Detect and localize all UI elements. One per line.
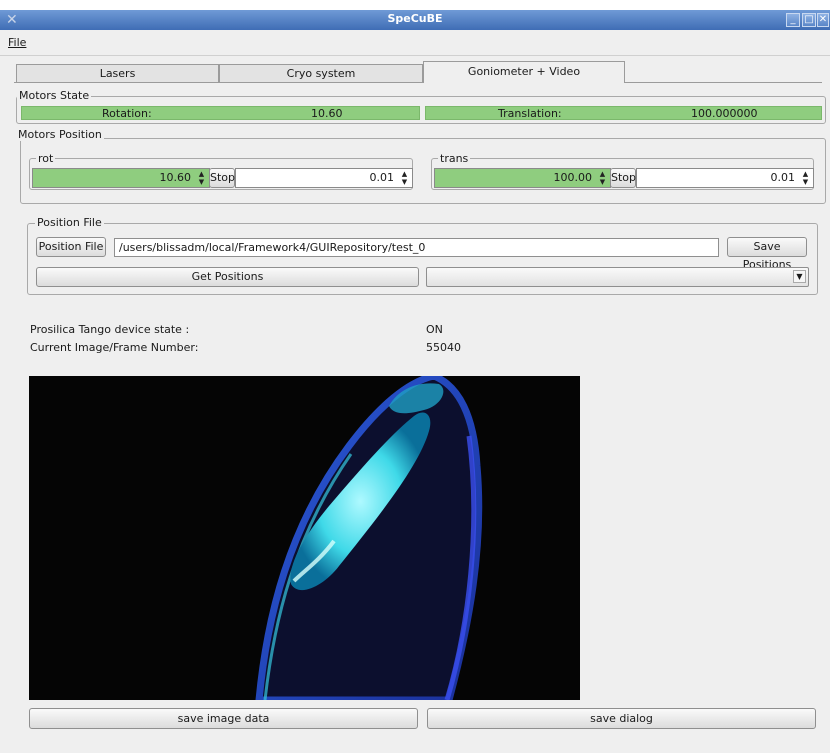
tab-divider-right (625, 82, 822, 83)
frame-number-label: Current Image/Frame Number: (30, 341, 199, 354)
maximize-icon[interactable]: □ (802, 13, 816, 27)
frame-number-value: 55040 (426, 341, 461, 354)
save-dialog-button[interactable]: save dialog (427, 708, 816, 729)
menu-file[interactable]: File (8, 36, 26, 49)
rot-step-spinbox[interactable]: 0.01 ▲ ▼ (235, 168, 413, 188)
motors-position-title: Motors Position (16, 128, 104, 141)
position-file-title: Position File (35, 216, 104, 229)
trans-title: trans (438, 152, 471, 165)
tab-lasers[interactable]: Lasers (16, 64, 219, 82)
motors-state-title: Motors State (17, 89, 92, 102)
get-positions-button[interactable]: Get Positions (36, 267, 419, 287)
rotation-label: Rotation: (102, 107, 152, 120)
trans-step-spinbox[interactable]: 0.01 ▲ ▼ (636, 168, 814, 188)
spin-arrows-icon[interactable]: ▲ ▼ (799, 170, 812, 186)
rot-step-value: 0.01 (369, 171, 395, 184)
rot-position-spinbox[interactable]: 10.60 ▲ ▼ (32, 168, 210, 188)
menu-file-label: File (8, 36, 27, 49)
menu-bar: File (0, 30, 830, 56)
translation-state-bar: Translation: 100.000000 (425, 106, 822, 120)
chevron-down-icon[interactable]: ▼ (793, 270, 806, 283)
save-positions-button[interactable]: Save Positions (727, 237, 807, 271)
close-icon[interactable]: ✕ (817, 13, 829, 27)
device-state-value: ON (426, 323, 443, 336)
trans-step-value: 0.01 (770, 171, 796, 184)
window-title: SpeCuBE (387, 12, 443, 25)
rot-position-value: 10.60 (159, 171, 192, 184)
video-frame (29, 376, 580, 700)
trans-position-spinbox[interactable]: 100.00 ▲ ▼ (434, 168, 611, 188)
rot-title: rot (36, 152, 56, 165)
rotation-value: 10.60 (311, 107, 343, 120)
translation-label: Translation: (498, 107, 562, 120)
spin-arrows-icon[interactable]: ▲ ▼ (398, 170, 411, 186)
tab-cryo-system[interactable]: Cryo system (219, 64, 423, 82)
rot-stop-button[interactable]: Stop (209, 168, 235, 188)
spin-arrows-icon[interactable]: ▲ ▼ (596, 170, 609, 186)
trans-stop-button[interactable]: Stop (610, 168, 636, 188)
caption-strip (0, 0, 830, 10)
position-file-path-input[interactable]: /users/blissadm/local/Framework4/GUIRepo… (114, 238, 719, 257)
positions-combo[interactable]: ▼ (426, 267, 809, 287)
rotation-state-bar: Rotation: 10.60 (21, 106, 420, 120)
crystal-image (29, 376, 580, 700)
device-state-label: Prosilica Tango device state : (30, 323, 190, 336)
tab-goniometer-video[interactable]: Goniometer + Video (423, 61, 625, 83)
minimize-icon[interactable]: _ (786, 13, 800, 27)
spin-arrows-icon[interactable]: ▲ ▼ (195, 170, 208, 186)
trans-position-value: 100.00 (553, 171, 593, 184)
translation-value: 100.000000 (691, 107, 758, 120)
save-image-data-button[interactable]: save image data (29, 708, 418, 729)
title-bar[interactable]: ✕ SpeCuBE _ □ ✕ (0, 10, 830, 30)
position-file-button[interactable]: Position File (36, 237, 106, 257)
